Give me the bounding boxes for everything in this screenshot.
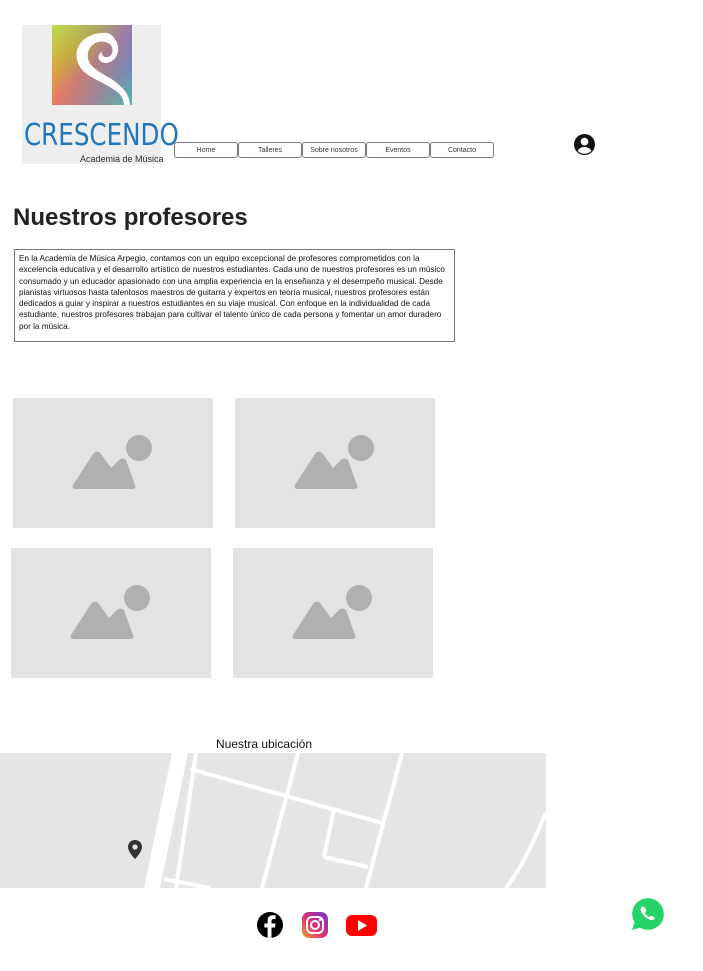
teacher-image-1[interactable] <box>13 398 213 528</box>
nav-home-button[interactable]: Home <box>174 142 238 158</box>
page-title: Nuestros profesores <box>13 204 248 231</box>
teacher-image-2[interactable] <box>235 398 435 528</box>
logo-subtitle: Academia de Música <box>80 154 164 164</box>
youtube-icon[interactable] <box>345 910 378 940</box>
whatsapp-icon[interactable] <box>626 892 670 936</box>
account-circle-icon[interactable] <box>573 133 596 156</box>
logo-wordmark: CRESCENDO <box>24 118 179 153</box>
location-title: Nuestra ubicación <box>215 737 313 751</box>
nav-contacto-button[interactable]: Contacto <box>430 142 494 158</box>
location-map[interactable] <box>0 753 546 888</box>
image-placeholder-icon <box>70 585 150 639</box>
nav-sobre-nosotros-button[interactable]: Sobre nosotros <box>302 142 366 158</box>
teacher-image-3[interactable] <box>11 548 211 678</box>
nav-talleres-button[interactable]: Talleres <box>238 142 302 158</box>
map-pin-icon[interactable] <box>128 840 142 860</box>
logo[interactable]: CRESCENDO Academia de Música <box>22 25 179 164</box>
main-nav: Home Talleres Sobre nosotros Eventos Con… <box>174 142 494 158</box>
image-placeholder-icon <box>72 435 152 489</box>
image-placeholder-icon <box>292 585 372 639</box>
nav-eventos-button[interactable]: Eventos <box>366 142 430 158</box>
facebook-icon[interactable] <box>255 910 285 940</box>
instagram-icon[interactable] <box>300 910 330 940</box>
page: CRESCENDO Academia de Música Home Taller… <box>0 0 703 971</box>
logo-swirl-icon <box>52 25 132 105</box>
map-streets <box>144 753 546 888</box>
image-placeholder-icon <box>294 435 374 489</box>
teacher-image-4[interactable] <box>233 548 433 678</box>
intro-text: En la Academia de Música Arpegio, contam… <box>14 249 455 342</box>
